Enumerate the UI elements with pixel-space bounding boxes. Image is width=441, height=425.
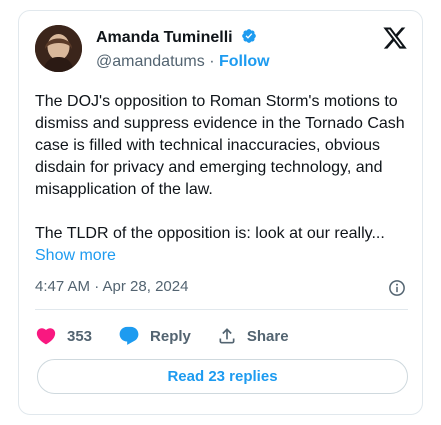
action-bar: 353 Reply Share [35,325,315,347]
heart-icon [36,328,56,345]
reply-button[interactable]: Reply [118,325,191,347]
tweet-paragraph-2: The TLDR of the opposition is: look at o… [35,223,410,267]
tweet-card: Amanda Tuminelli @amandatums · Follow Th… [18,10,423,415]
x-logo-icon[interactable] [382,25,408,51]
share-label: Share [246,327,289,345]
tweet-text: The DOJ's opposition to Roman Storm's mo… [35,91,410,289]
avatar[interactable] [35,25,82,72]
reply-label: Reply [150,327,191,345]
author-name-text[interactable]: Amanda Tuminelli [96,29,233,46]
like-button[interactable]: 353 [35,325,92,347]
divider [35,309,408,310]
tweet-timestamp[interactable]: 4:47 AM · Apr 28, 2024 [35,278,188,295]
handle-row: @amandatums · Follow [96,53,270,71]
share-icon [219,328,235,344]
tweet-paragraph-2-text: The TLDR of the opposition is: look at o… [35,225,385,242]
read-replies-button[interactable]: Read 23 replies [37,359,408,394]
show-more-link[interactable]: Show more [35,247,116,264]
separator: · [209,53,215,70]
share-button[interactable]: Share [217,326,289,346]
tweet-paragraph-1: The DOJ's opposition to Roman Storm's mo… [35,93,405,198]
like-count: 353 [67,327,93,345]
info-icon[interactable] [388,279,406,297]
author-name[interactable]: Amanda Tuminelli [96,28,257,47]
reply-bubble-icon [119,326,139,345]
follow-link[interactable]: Follow [219,53,270,70]
verified-badge-icon [242,29,256,43]
author-handle[interactable]: @amandatums [96,53,205,70]
